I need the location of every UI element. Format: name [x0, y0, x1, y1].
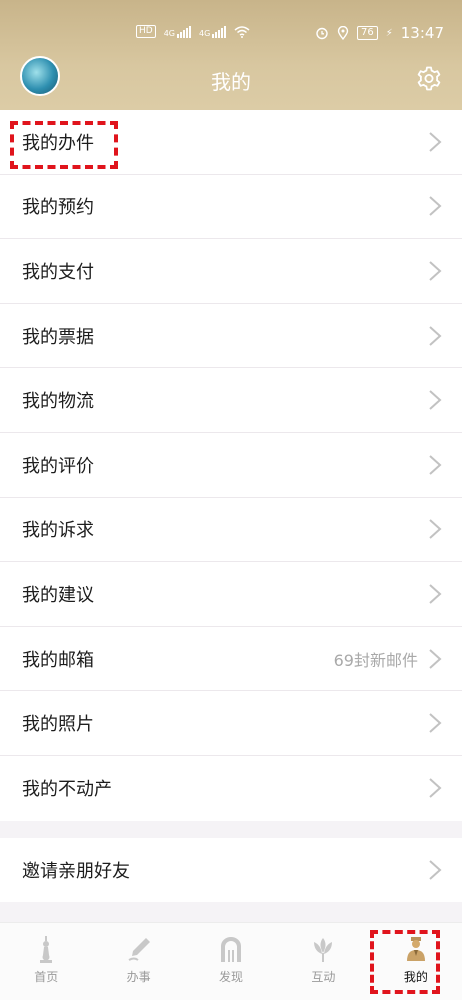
invite-label: 邀请亲朋好友 [22, 861, 130, 882]
menu-item-label: 我的预约 [22, 197, 94, 219]
menu-item-my-receipts[interactable]: 我的票据 [0, 304, 462, 369]
tower-icon [40, 936, 53, 963]
menu-item-my-appeals[interactable]: 我的诉求 [0, 498, 462, 563]
signal-1: 4G [164, 25, 191, 38]
highlight-box-my-cases [10, 121, 118, 169]
tab-label: 互动 [311, 970, 336, 984]
chevron-right-icon [429, 455, 442, 475]
menu-item-my-photos[interactable]: 我的照片 [0, 691, 462, 756]
battery-icon: 76 [357, 26, 378, 40]
tab-home[interactable]: 首页 [0, 923, 92, 1000]
wifi-icon [234, 25, 250, 38]
tab-label: 办事 [126, 970, 151, 984]
hd-indicator: HD [136, 25, 156, 38]
menu-item-label: 我的评价 [22, 455, 94, 477]
menu-item-my-logistics[interactable]: 我的物流 [0, 368, 462, 433]
menu-item-my-payments[interactable]: 我的支付 [0, 239, 462, 304]
settings-gear-icon[interactable] [416, 66, 442, 92]
menu-item-label: 我的建议 [22, 584, 94, 606]
charging-icon: ⚡ [385, 27, 393, 39]
status-bar: HD 4G 4G 76 ⚡ 13:47 [0, 0, 462, 54]
highlight-box-tab-mine [370, 930, 440, 994]
chevron-right-icon [429, 648, 442, 669]
chevron-right-icon [429, 325, 442, 346]
chevron-right-icon [429, 519, 442, 540]
tab-interaction[interactable]: 互动 [277, 923, 369, 1000]
menu-item-my-real-estate[interactable]: 我的不动产 [0, 756, 462, 821]
signal-bars-icon [212, 25, 227, 38]
menu-item-label: 我的照片 [22, 714, 94, 736]
chevron-right-icon [429, 713, 442, 733]
location-icon [337, 26, 349, 40]
chevron-right-icon [429, 778, 442, 798]
menu-item-my-suggestions[interactable]: 我的建议 [0, 562, 462, 627]
chevron-right-icon [429, 860, 442, 880]
menu-item-label: 我的邮箱 [22, 649, 94, 671]
tab-services[interactable]: 办事 [92, 923, 184, 1000]
chevron-right-icon [429, 584, 442, 604]
signal-2: 4G [199, 25, 227, 38]
menu-item-my-mailbox[interactable]: 我的邮箱 69封新邮件 [0, 627, 462, 692]
menu-list: 我的办件 我的预约 我的支付 我的票据 我的物流 我的评价 我的诉求 我的建议 … [0, 110, 462, 821]
chevron-right-icon [429, 390, 442, 410]
menu-item-label: 我的诉求 [22, 520, 94, 542]
menu-item-label: 我的支付 [22, 261, 94, 283]
tab-label: 发现 [219, 970, 244, 984]
menu-item-my-reviews[interactable]: 我的评价 [0, 433, 462, 498]
tulip-icon [314, 938, 333, 962]
tab-label: 首页 [34, 970, 59, 984]
header: HD 4G 4G 76 ⚡ 13:47 我的 [0, 0, 462, 110]
alarm-icon [316, 27, 328, 40]
menu-item-label: 我的物流 [22, 391, 94, 413]
new-mail-count: 69封新邮件 [333, 650, 418, 670]
signal-bars-icon [177, 25, 191, 38]
pen-icon [128, 938, 150, 961]
chevron-right-icon [429, 196, 442, 217]
chevron-right-icon [429, 261, 442, 281]
menu-item-label: 我的不动产 [22, 779, 112, 801]
status-time: 13:47 [400, 24, 444, 42]
arch-icon [221, 937, 242, 962]
invite-friends-item[interactable]: 邀请亲朋好友 [0, 838, 462, 902]
menu-item-my-appointments[interactable]: 我的预约 [0, 175, 462, 240]
chevron-right-icon [429, 132, 442, 152]
page-title: 我的 [211, 70, 251, 94]
tab-discover[interactable]: 发现 [185, 923, 277, 1000]
menu-item-label: 我的票据 [22, 326, 94, 348]
